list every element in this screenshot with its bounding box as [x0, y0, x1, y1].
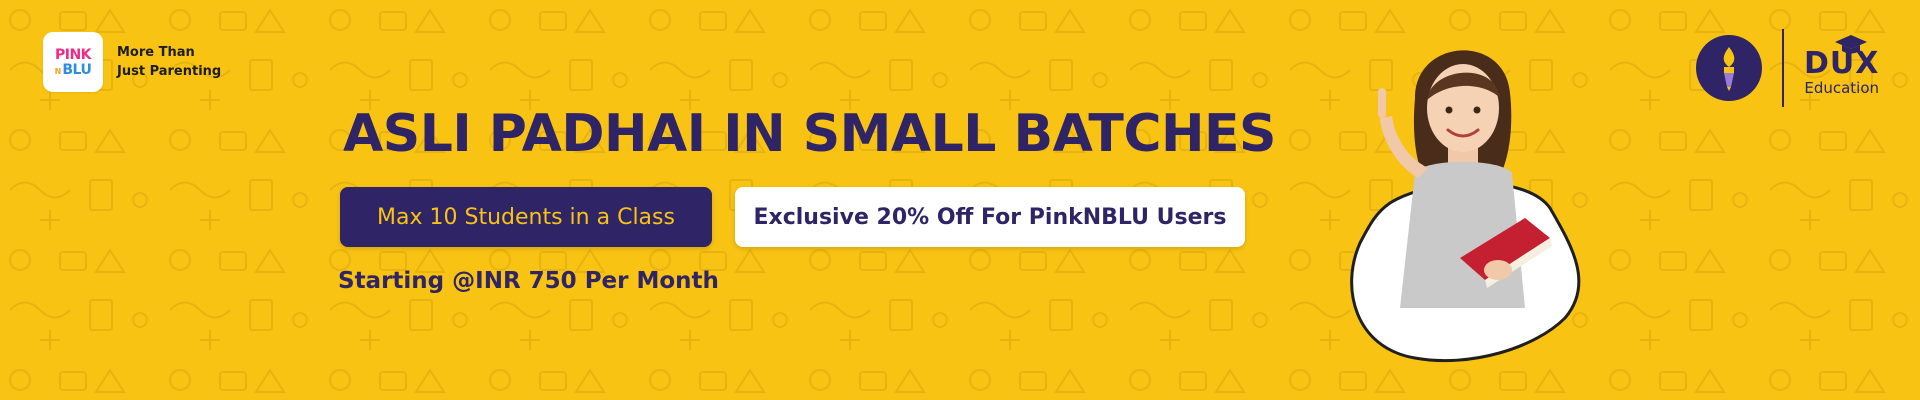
tagline-line-2: Just Parenting: [117, 64, 222, 79]
dux-subtitle: Education: [1804, 79, 1880, 97]
price-line: Starting @INR 750 Per Month: [338, 268, 719, 294]
logo-blu-text: BLU: [62, 61, 92, 78]
student-girl-illustration: [1350, 50, 1581, 363]
headline: ASLI PADHAI IN SMALL BATCHES: [343, 104, 1277, 164]
logo-divider: [1782, 29, 1784, 107]
tagline-line-1: More Than: [117, 45, 195, 60]
dux-wordmark: DUX Education: [1804, 35, 1880, 97]
brand-tagline: More Than Just Parenting: [117, 43, 221, 81]
pinknblu-logo[interactable]: PINK N BLU More Than Just Parenting: [43, 32, 221, 92]
student-girl-image: [1320, 28, 1590, 368]
logo-pink-text: PINK: [54, 46, 92, 63]
batch-size-pill: Max 10 Students in a Class: [340, 187, 712, 247]
dux-education-logo[interactable]: DUX Education: [1696, 28, 1879, 108]
pinknblu-logo-icon: PINK N BLU: [43, 32, 103, 92]
offer-pill: Exclusive 20% Off For PinkNBLU Users: [735, 187, 1245, 247]
torch-pen-icon: [1696, 35, 1762, 101]
logo-n-text: N: [54, 66, 62, 76]
graduation-cap-icon: [1835, 35, 1867, 54]
promo-banner[interactable]: PINK N BLU More Than Just Parenting ASLI…: [0, 0, 1920, 400]
